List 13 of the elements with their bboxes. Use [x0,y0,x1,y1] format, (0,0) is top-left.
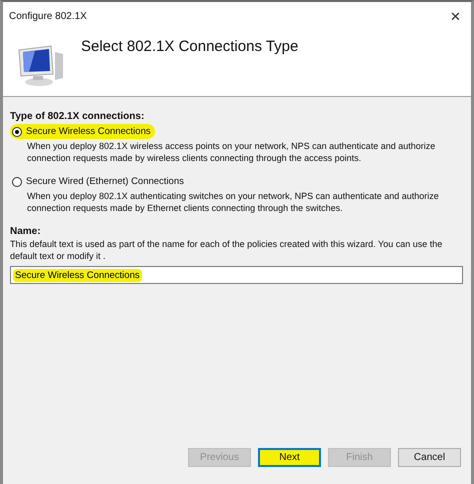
radio-option[interactable]: Secure Wireless Connections [10,124,155,139]
radio-option[interactable]: Secure Wired (Ethernet) Connections [10,174,188,189]
name-input-field[interactable]: Secure Wireless Connections [10,266,463,284]
option-description: When you deploy 802.1X wireless access points on your network, NPS can authenticate and authorize connection requests made by wireless clients connecting through the access points. [27,140,436,164]
wizard-button[interactable]: Next [258,448,321,467]
name-description: This default text is used as part of the name for each of the policies created with this wizard. You can use the default text or modify it . [10,238,444,262]
option-description: When you deploy 802.1X authenticating switches on your network, NPS can authenticate and authorize connection requests made by Ethernet clients connecting through the switches. [27,190,440,214]
wizard-button[interactable]: Cancel [398,448,461,467]
page-heading: Select 802.1X Connections Type [81,38,298,55]
section-label: Type of 802.1X connections: [10,111,144,122]
close-button[interactable]: ✕ [446,8,465,24]
name-label: Name: [10,226,41,237]
window-title: Configure 802.1X [9,10,87,22]
